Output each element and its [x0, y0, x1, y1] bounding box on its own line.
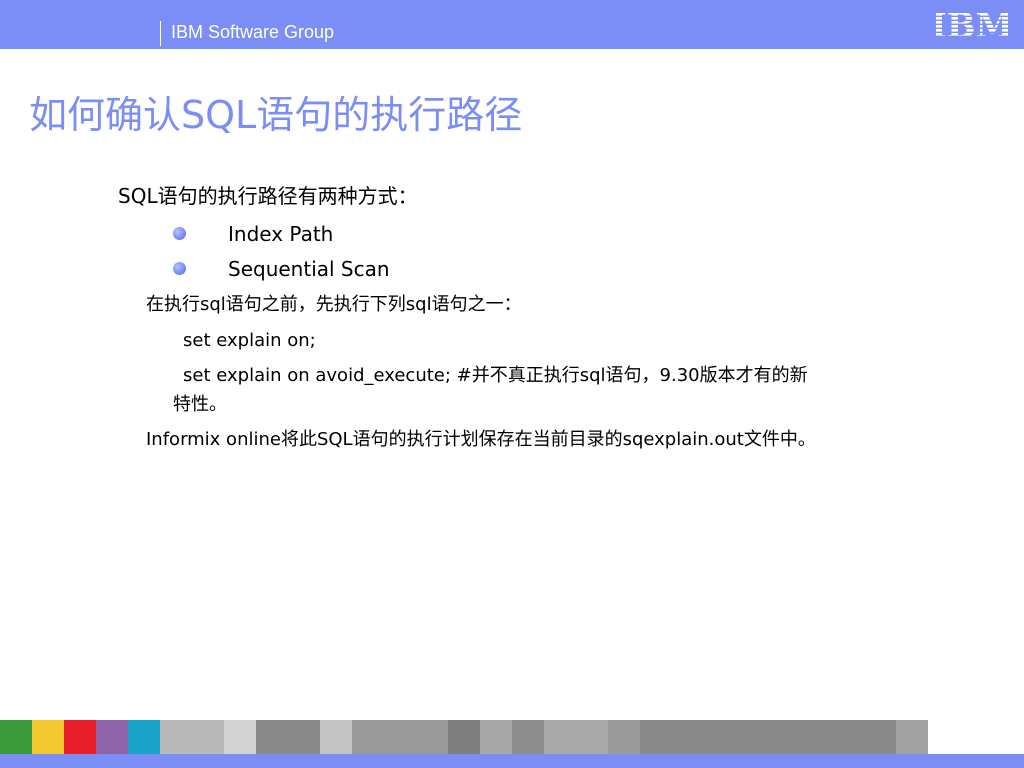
footer-tile [64, 720, 96, 754]
before-text: 在执行sql语句之前，先执行下列sql语句之一： [146, 294, 522, 315]
footer-image-strip [0, 720, 1024, 754]
footer-tile [96, 720, 128, 754]
command-avoid-execute-continued: 特性。 [173, 394, 227, 415]
footer-tile [448, 720, 480, 754]
footer-tile [608, 720, 640, 754]
footer-tile [0, 720, 32, 754]
footer-tile [512, 720, 544, 754]
bullet-dot-1 [173, 227, 186, 240]
footer-tile [640, 720, 896, 754]
bullet-sequential-scan: Sequential Scan [228, 257, 390, 281]
footer-tile [320, 720, 352, 754]
bullet-dot-2 [173, 262, 186, 275]
footer-tile [224, 720, 256, 754]
intro-text: SQL语句的执行路径有两种方式： [118, 184, 418, 208]
footer-tile [32, 720, 64, 754]
footer-tile [160, 720, 224, 754]
footer-bar [0, 754, 1024, 768]
footer-tile [896, 720, 928, 754]
footer-tile [128, 720, 160, 754]
slide-content: 如何确认SQL语句的执行路径 SQL语句的执行路径有两种方式： Index Pa… [0, 0, 1024, 760]
slide-title: 如何确认SQL语句的执行路径 [29, 93, 523, 137]
footer-tile [480, 720, 512, 754]
footer-tile [352, 720, 448, 754]
footer-tile [256, 720, 320, 754]
bullet-index-path: Index Path [228, 222, 334, 246]
footer-tile [544, 720, 608, 754]
command-avoid-execute: set explain on avoid_execute; #并不真正执行sql… [183, 365, 808, 386]
result-text: Informix online将此SQL语句的执行计划保存在当前目录的sqexp… [146, 429, 816, 450]
command-set-explain-on: set explain on; [183, 330, 316, 351]
